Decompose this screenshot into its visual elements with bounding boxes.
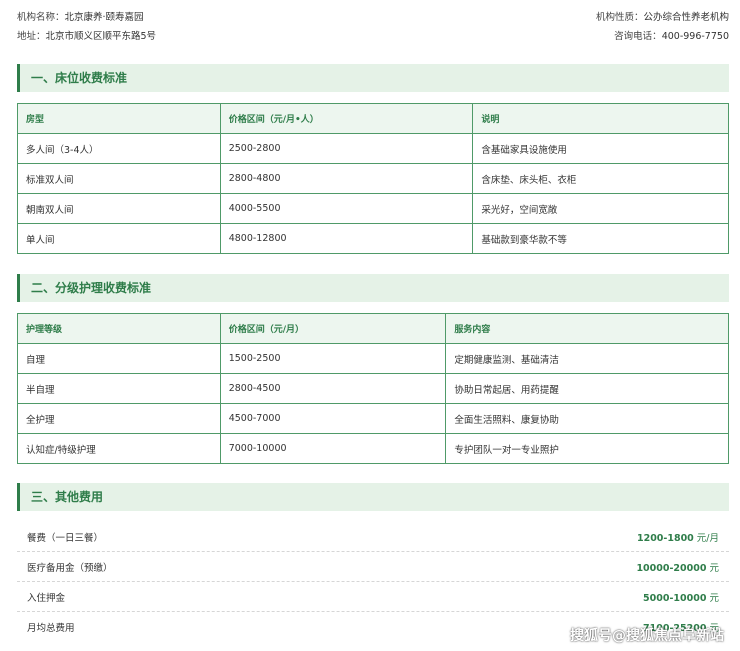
table-cell: 自理 xyxy=(17,343,221,374)
address-label: 地址： xyxy=(17,31,46,42)
fee-amount-unit: 元 xyxy=(709,562,719,574)
table-cell: 4800-12800 xyxy=(219,223,474,254)
table-cell: 朝南双人间 xyxy=(17,193,221,224)
table-header-row: 护理等级 价格区间（元/月） 服务内容 xyxy=(17,313,729,344)
org-nature: 机构性质：公办综合性养老机构 xyxy=(596,9,729,26)
fee-amount-value: 1200-1800 xyxy=(636,532,694,544)
column-header: 护理等级 xyxy=(17,313,221,344)
table-cell: 定期健康监测、基础清洁 xyxy=(445,343,729,374)
address: 地址：北京市顺义区顺平东路5号 xyxy=(17,28,156,45)
fee-label: 医疗备用金（预缴） xyxy=(27,562,113,574)
watermark: 搜狐号@搜狐焦点阜新站 xyxy=(570,628,724,644)
section-title-care-fees: 二、分级护理收费标准 xyxy=(17,274,729,302)
bed-fee-table: 房型 价格区间（元/月•人） 说明 多人间（3-4人） 2500-2800 含基础家… xyxy=(17,103,729,254)
fee-amount: 1200-1800 元/月 xyxy=(637,530,719,544)
institution-info: 机构名称：北京康养·颐寿嘉园 机构性质：公办综合性养老机构 地址：北京市顺义区顺… xyxy=(17,9,729,49)
table-cell: 2800-4500 xyxy=(219,373,447,404)
fee-amount: 10000-20000 元 xyxy=(636,560,719,574)
address-value: 北京市顺义区顺平东路5号 xyxy=(45,31,157,42)
column-header: 房型 xyxy=(17,103,221,134)
info-row-2: 地址：北京市顺义区顺平东路5号 咨询电话：400-996-7750 xyxy=(17,28,729,45)
table-cell: 基础款到豪华款不等 xyxy=(472,223,729,254)
table-cell: 协助日常起居、用药提醒 xyxy=(445,373,729,404)
table-row: 多人间（3-4人） 2500-2800 含基础家具设施使用 xyxy=(17,133,729,164)
table-cell: 4500-7000 xyxy=(219,403,447,434)
column-header: 服务内容 xyxy=(445,313,729,344)
table-row: 标准双人间 2800-4800 含床垫、床头柜、衣柜 xyxy=(17,163,729,194)
fee-label: 入住押金 xyxy=(27,592,66,604)
fee-amount-value: 10000-20000 xyxy=(636,562,707,574)
org-name: 机构名称：北京康养·颐寿嘉园 xyxy=(17,9,144,26)
table-cell: 含基础家具设施使用 xyxy=(472,133,729,164)
table-row: 朝南双人间 4000-5500 采光好，空间宽敞 xyxy=(17,193,729,224)
table-row: 自理 1500-2500 定期健康监测、基础清洁 xyxy=(17,343,729,374)
table-cell: 含床垫、床头柜、衣柜 xyxy=(472,163,729,194)
table-row: 半自理 2800-4500 协助日常起居、用药提醒 xyxy=(17,373,729,404)
org-name-value: 北京康养·颐寿嘉园 xyxy=(64,12,144,23)
table-cell: 标准双人间 xyxy=(17,163,221,194)
section-title-bed-fees: 一、床位收费标准 xyxy=(17,64,729,92)
info-row-1: 机构名称：北京康养·颐寿嘉园 机构性质：公办综合性养老机构 xyxy=(17,9,729,26)
fee-amount: 5000-10000 元 xyxy=(643,590,719,604)
phone: 咨询电话：400-996-7750 xyxy=(614,28,729,45)
table-cell: 2500-2800 xyxy=(219,133,474,164)
fee-label: 餐费（一日三餐） xyxy=(27,532,104,544)
table-cell: 认知症/特级护理 xyxy=(17,433,221,464)
fee-label: 月均总费用 xyxy=(27,623,75,634)
other-fees-list: 餐费（一日三餐） 1200-1800 元/月 医疗备用金（预缴） 10000-20… xyxy=(17,522,729,642)
list-item: 餐费（一日三餐） 1200-1800 元/月 xyxy=(17,522,729,552)
table-cell: 1500-2500 xyxy=(219,343,447,374)
table-row: 单人间 4800-12800 基础款到豪华款不等 xyxy=(17,223,729,254)
list-item: 医疗备用金（预缴） 10000-20000 元 xyxy=(17,552,729,582)
org-nature-value: 公办综合性养老机构 xyxy=(643,12,729,23)
table-row: 认知症/特级护理 7000-10000 专护团队一对一专业照护 xyxy=(17,433,729,464)
table-cell: 2800-4800 xyxy=(219,163,474,194)
table-cell: 专护团队一对一专业照护 xyxy=(445,433,729,464)
list-item: 入住押金 5000-10000 元 xyxy=(17,582,729,612)
fee-amount-unit: 元 xyxy=(709,592,719,604)
table-cell: 4000-5500 xyxy=(219,193,474,224)
table-cell: 全面生活照料、康复协助 xyxy=(445,403,729,434)
org-name-label: 机构名称： xyxy=(17,12,65,23)
column-header: 说明 xyxy=(472,103,729,134)
org-nature-label: 机构性质： xyxy=(595,12,644,23)
fee-amount-unit: 元/月 xyxy=(696,532,719,544)
table-header-row: 房型 价格区间（元/月•人） 说明 xyxy=(17,103,729,134)
column-header: 价格区间（元/月•人） xyxy=(219,103,474,134)
phone-label: 咨询电话： xyxy=(614,31,662,42)
care-fee-table: 护理等级 价格区间（元/月） 服务内容 自理 1500-2500 定期健康监测、基础… xyxy=(17,313,729,464)
table-cell: 多人间（3-4人） xyxy=(17,133,221,164)
table-cell: 单人间 xyxy=(17,223,221,254)
table-cell: 半自理 xyxy=(17,373,221,404)
fee-amount-value: 5000-10000 xyxy=(643,592,707,604)
section-title-other-fees: 三、其他费用 xyxy=(17,483,729,511)
table-cell: 7000-10000 xyxy=(219,433,447,464)
table-row: 全护理 4500-7000 全面生活照料、康复协助 xyxy=(17,403,729,434)
column-header: 价格区间（元/月） xyxy=(219,313,447,344)
phone-value[interactable]: 400-996-7750 xyxy=(662,31,729,42)
table-cell: 全护理 xyxy=(17,403,221,434)
table-cell: 采光好，空间宽敞 xyxy=(472,193,729,224)
